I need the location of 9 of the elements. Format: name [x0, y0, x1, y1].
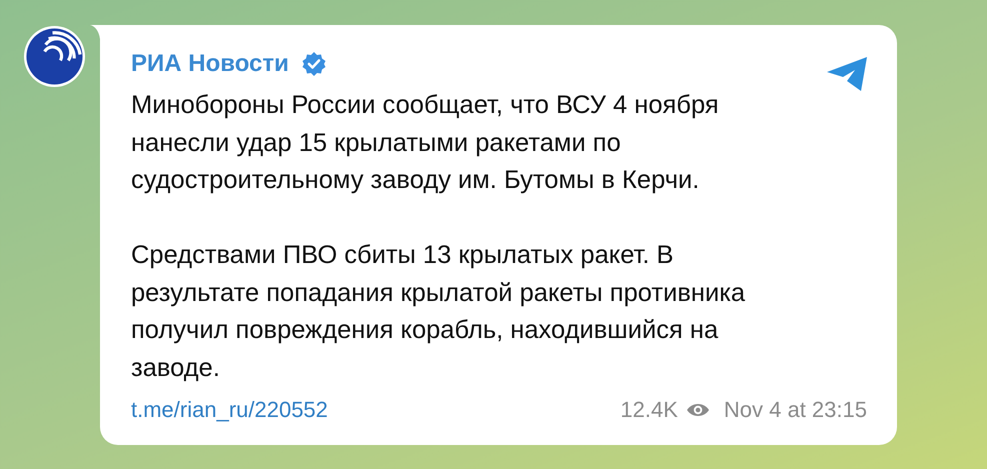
post-text: Минобороны России сообщает, что ВСУ 4 ноября нанесли удар 15 крылатыми ракетами по судостроительному заводу им. Бутомы в Керчи. — [131, 90, 720, 196]
view-count: 12.4K — [620, 397, 678, 423]
post-link[interactable]: t.me/rian_ru/220552 — [131, 397, 328, 423]
channel-logo — [23, 25, 86, 88]
eye-icon — [686, 402, 710, 418]
paper-plane-icon[interactable] — [825, 55, 869, 93]
post-text: Средствами ПВО сбиты 13 крылатых ракет. В результате попадания крылатой ракеты противника получил повреждения корабль, находившийся на заводе. — [131, 240, 746, 384]
channel-name[interactable]: РИА Новости — [131, 50, 289, 78]
post-date: Nov 4 at 23:15 — [724, 397, 867, 423]
